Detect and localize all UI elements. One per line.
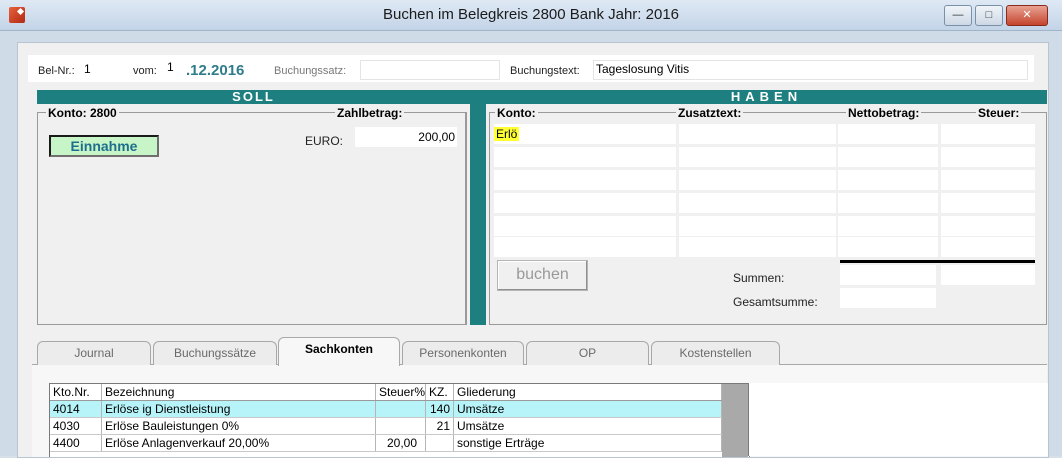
window-title: Buchen im Belegkreis 2800 Bank Jahr: 201… [382, 6, 679, 23]
detail-area [748, 383, 1048, 456]
tab-buchungssaetze[interactable]: Buchungssätze [153, 341, 277, 365]
haben-konto-input[interactable]: Erlö [494, 124, 676, 144]
tab-kostenstellen[interactable]: Kostenstellen [651, 341, 780, 365]
haben-row-cell[interactable] [941, 193, 1035, 213]
table-row[interactable]: 4014 Erlöse ig Dienstleistung 140 Umsätz… [50, 401, 722, 418]
sum-separator-line [840, 260, 1035, 263]
haben-konto-value: Erlö [494, 127, 520, 141]
haben-zusatztext-input[interactable] [679, 124, 836, 144]
cell-steuer [376, 401, 426, 417]
tab-journal[interactable]: Journal [37, 341, 151, 365]
haben-konto-label: Konto: [495, 106, 538, 120]
amount-input[interactable]: 200,00 [355, 127, 457, 147]
buchungstext-label: Buchungstext: [510, 65, 580, 77]
gesamtsumme-field [840, 288, 936, 308]
haben-row-cell[interactable] [494, 147, 676, 167]
haben-row-cell[interactable] [838, 216, 938, 236]
belnr-label: Bel-Nr.: [38, 65, 75, 77]
col-header-kz[interactable]: KZ. [426, 384, 454, 400]
cell-steuer [376, 418, 426, 434]
cell-ktonr: 4400 [50, 435, 102, 451]
einnahme-badge[interactable]: Einnahme [49, 135, 159, 157]
col-header-gliederung[interactable]: Gliederung [454, 384, 722, 400]
haben-row-cell[interactable] [941, 216, 1035, 236]
col-header-steuer[interactable]: Steuer% [376, 384, 426, 400]
buchungssatz-label: Buchungssatz: [274, 65, 347, 77]
table-scrollbar[interactable] [722, 384, 748, 457]
amount-value: 200,00 [418, 130, 455, 144]
cell-gliederung: Umsätze [454, 418, 722, 434]
cell-gliederung: Umsätze [454, 401, 722, 417]
cell-bezeichnung: Erlöse Anlagenverkauf 20,00% [102, 435, 376, 451]
haben-row-cell[interactable] [494, 237, 676, 257]
haben-row-cell[interactable] [941, 237, 1035, 257]
haben-row-cell[interactable] [679, 216, 836, 236]
booking-window: Buchen im Belegkreis 2800 Bank Jahr: 201… [0, 0, 1062, 458]
haben-header: HABEN [486, 90, 1047, 104]
haben-row-cell[interactable] [494, 216, 676, 236]
haben-row-cell[interactable] [838, 147, 938, 167]
tab-personenkonten[interactable]: Personenkonten [402, 341, 524, 365]
zahlbetrag-label: Zahlbetrag: [335, 106, 405, 120]
soll-haben-divider [470, 90, 486, 325]
sachkonten-table[interactable]: Kto.Nr. Bezeichnung Steuer% KZ. Gliederu… [49, 383, 750, 457]
cell-ktonr: 4030 [50, 418, 102, 434]
cell-ktonr: 4014 [50, 401, 102, 417]
haben-row-cell[interactable] [494, 170, 676, 190]
cell-steuer: 20,00 [376, 435, 426, 451]
cell-bezeichnung: Erlöse ig Dienstleistung [102, 401, 376, 417]
table-row[interactable]: 4030 Erlöse Bauleistungen 0% 21 Umsätze [50, 418, 722, 435]
tab-op[interactable]: OP [526, 341, 649, 365]
belnr-value[interactable]: 1 [84, 62, 91, 76]
buchen-button-label: buchen [516, 266, 569, 283]
haben-row-cell[interactable] [494, 193, 676, 213]
cell-bezeichnung: Erlöse Bauleistungen 0% [102, 418, 376, 434]
nettobetrag-label: Nettobetrag: [846, 106, 922, 120]
haben-steuer-input[interactable] [941, 124, 1035, 144]
haben-row-cell[interactable] [941, 147, 1035, 167]
tab-sachkonten[interactable]: Sachkonten [278, 337, 400, 366]
buchungstext-input[interactable]: Tageslosung Vitis [593, 60, 1028, 80]
haben-netto-input[interactable] [838, 124, 938, 144]
vom-label: vom: [133, 65, 157, 77]
haben-row-cell[interactable] [679, 170, 836, 190]
cell-kz [426, 435, 454, 451]
haben-row-cell[interactable] [838, 237, 938, 257]
cell-kz: 21 [426, 418, 454, 434]
haben-row-cell[interactable] [679, 147, 836, 167]
minimize-button[interactable]: — [944, 5, 972, 26]
haben-row-cell[interactable] [679, 193, 836, 213]
buchungssatz-input[interactable] [360, 60, 500, 80]
zusatztext-label: Zusatztext: [676, 106, 744, 120]
cell-gliederung: sonstige Erträge [454, 435, 722, 451]
summen-steuer-field [941, 265, 1035, 285]
haben-row-cell[interactable] [679, 237, 836, 257]
table-header: Kto.Nr. Bezeichnung Steuer% KZ. Gliederu… [50, 384, 722, 401]
gesamtsumme-label: Gesamtsumme: [733, 295, 818, 309]
soll-header: SOLL [37, 90, 470, 104]
close-button[interactable]: ✕ [1006, 5, 1048, 26]
vom-date-value[interactable]: .12.2016 [186, 62, 244, 79]
col-header-bezeichnung[interactable]: Bezeichnung [102, 384, 376, 400]
title-bar[interactable]: Buchen im Belegkreis 2800 Bank Jahr: 201… [0, 0, 1062, 31]
buchungstext-value: Tageslosung Vitis [596, 62, 690, 76]
steuer-label: Steuer: [976, 106, 1022, 120]
soll-konto-label: Konto: 2800 [46, 106, 119, 120]
maximize-button[interactable]: □ [975, 5, 1003, 26]
haben-row-cell[interactable] [838, 170, 938, 190]
summen-netto-field [840, 265, 936, 285]
cell-kz: 140 [426, 401, 454, 417]
haben-row-cell[interactable] [941, 170, 1035, 190]
vom-day-value[interactable]: 1 [167, 60, 174, 74]
buchen-button[interactable]: buchen [497, 260, 588, 291]
summen-label: Summen: [733, 271, 785, 285]
currency-label: EURO: [305, 134, 344, 148]
col-header-ktonr[interactable]: Kto.Nr. [50, 384, 102, 400]
table-row[interactable]: 4400 Erlöse Anlagenverkauf 20,00% 20,00 … [50, 435, 722, 452]
haben-row-cell[interactable] [838, 193, 938, 213]
